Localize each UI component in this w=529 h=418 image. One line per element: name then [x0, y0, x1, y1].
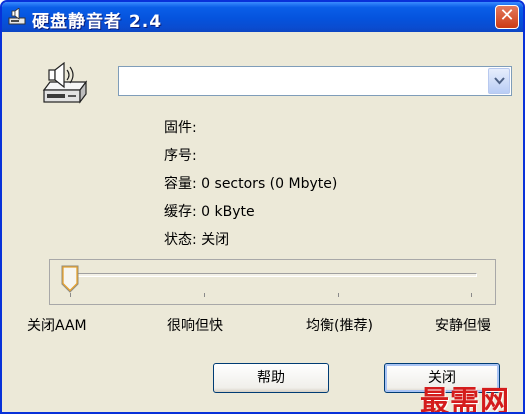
slider-tick	[471, 293, 472, 297]
slider-tick	[70, 293, 71, 297]
firmware-label: 固件:	[164, 120, 197, 136]
title-bar[interactable]: 硬盘静音者 2.4 ✕	[2, 2, 523, 32]
slider-label-off: 关闭AAM	[27, 318, 87, 334]
capacity-label: 容量: 0 sectors (0 Mbyte)	[164, 176, 338, 192]
watermark-text: 最需网	[420, 384, 511, 414]
slider-tick	[338, 293, 339, 297]
app-window: 硬盘静音者 2.4 ✕ 固件: 序号: 容量: 0 sectors (0 Mby…	[0, 0, 525, 414]
slider-label-balanced: 均衡(推荐)	[306, 318, 373, 334]
window-title: 硬盘静音者 2.4	[32, 12, 163, 32]
cache-label: 缓存: 0 kByte	[164, 204, 255, 220]
chevron-down-icon	[494, 77, 505, 85]
slider-tick	[204, 293, 205, 297]
help-button[interactable]: 帮助	[213, 363, 329, 393]
slider-label-quiet: 安静但慢	[435, 318, 491, 334]
window-close-button[interactable]: ✕	[495, 5, 519, 29]
hard-drive-speaker-icon	[42, 62, 88, 104]
aam-slider-thumb[interactable]	[61, 265, 79, 293]
aam-slider-track[interactable]	[65, 273, 477, 277]
hard-drive-speaker-icon	[8, 8, 26, 25]
serial-label: 序号:	[164, 148, 197, 164]
aam-slider-group	[49, 259, 496, 305]
dropdown-button[interactable]	[488, 68, 510, 94]
drive-select[interactable]	[118, 66, 512, 96]
status-label: 状态: 关闭	[164, 232, 230, 248]
slider-label-loud: 很响但快	[167, 318, 223, 334]
